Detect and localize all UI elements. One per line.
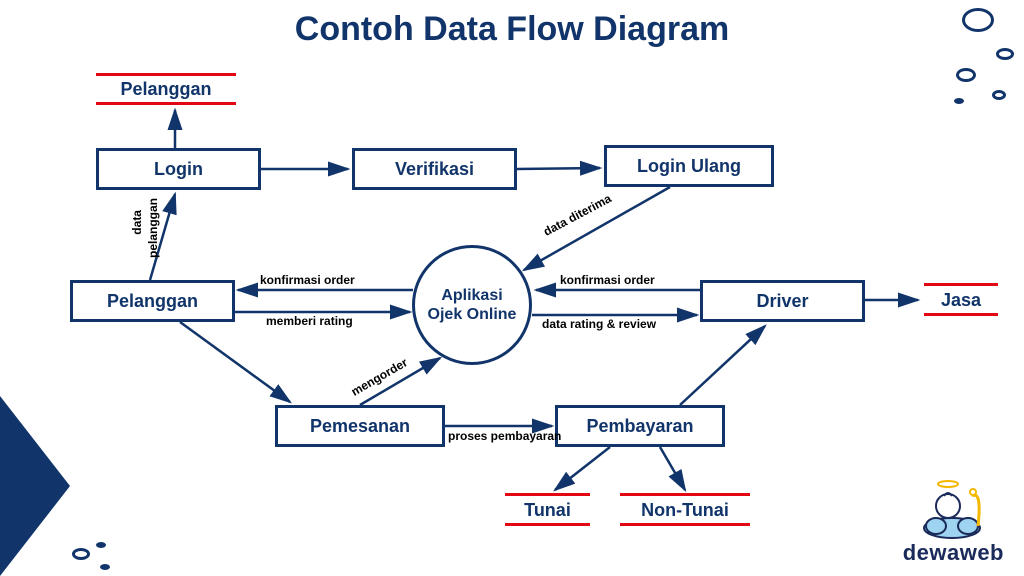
edge-label-proses-pembayaran: proses pembayaran bbox=[448, 429, 561, 443]
edge-label-data-rating-review: data rating & review bbox=[542, 317, 656, 331]
external-pelanggan-top-line bbox=[96, 73, 236, 76]
decorative-bubbles-top-right bbox=[904, 0, 1024, 120]
brand-logo: dewaweb bbox=[903, 476, 1004, 566]
external-jasa-top-line bbox=[924, 283, 998, 286]
external-jasa-label: Jasa bbox=[924, 290, 998, 311]
edge-label-data-pelanggan-2: pelanggan bbox=[146, 198, 160, 258]
edge-label-mengorder: mengorder bbox=[349, 355, 410, 398]
diagram-title: Contoh Data Flow Diagram bbox=[0, 10, 1024, 49]
node-pembayaran: Pembayaran bbox=[555, 405, 725, 447]
brand-name: dewaweb bbox=[903, 540, 1004, 566]
edge-label-memberi-rating: memberi rating bbox=[266, 314, 353, 328]
dewaweb-icon bbox=[918, 476, 988, 540]
external-nontunai-bottom-line bbox=[620, 523, 750, 526]
external-nontunai-label: Non-Tunai bbox=[620, 500, 750, 521]
node-driver: Driver bbox=[700, 280, 865, 322]
decorative-triangle-bottom-left bbox=[0, 396, 140, 576]
node-pelanggan: Pelanggan bbox=[70, 280, 235, 322]
external-tunai-bottom-line bbox=[505, 523, 590, 526]
external-pelanggan-bottom-line bbox=[96, 102, 236, 105]
external-tunai-top-line bbox=[505, 493, 590, 496]
edge-label-konfirmasi-order-left: konfirmasi order bbox=[260, 273, 355, 287]
edge-label-data-pelanggan-1: data bbox=[130, 210, 144, 235]
node-login: Login bbox=[96, 148, 261, 190]
node-pemesanan: Pemesanan bbox=[275, 405, 445, 447]
external-jasa-bottom-line bbox=[924, 313, 998, 316]
external-nontunai-top-line bbox=[620, 493, 750, 496]
edge-label-konfirmasi-order-right: konfirmasi order bbox=[560, 273, 655, 287]
external-tunai-label: Tunai bbox=[505, 500, 590, 521]
edge-label-data-diterima: data diterima bbox=[541, 191, 614, 238]
external-pelanggan-label: Pelanggan bbox=[96, 79, 236, 100]
node-login-ulang: Login Ulang bbox=[604, 145, 774, 187]
node-verifikasi: Verifikasi bbox=[352, 148, 517, 190]
node-aplikasi: Aplikasi Ojek Online bbox=[412, 245, 532, 365]
